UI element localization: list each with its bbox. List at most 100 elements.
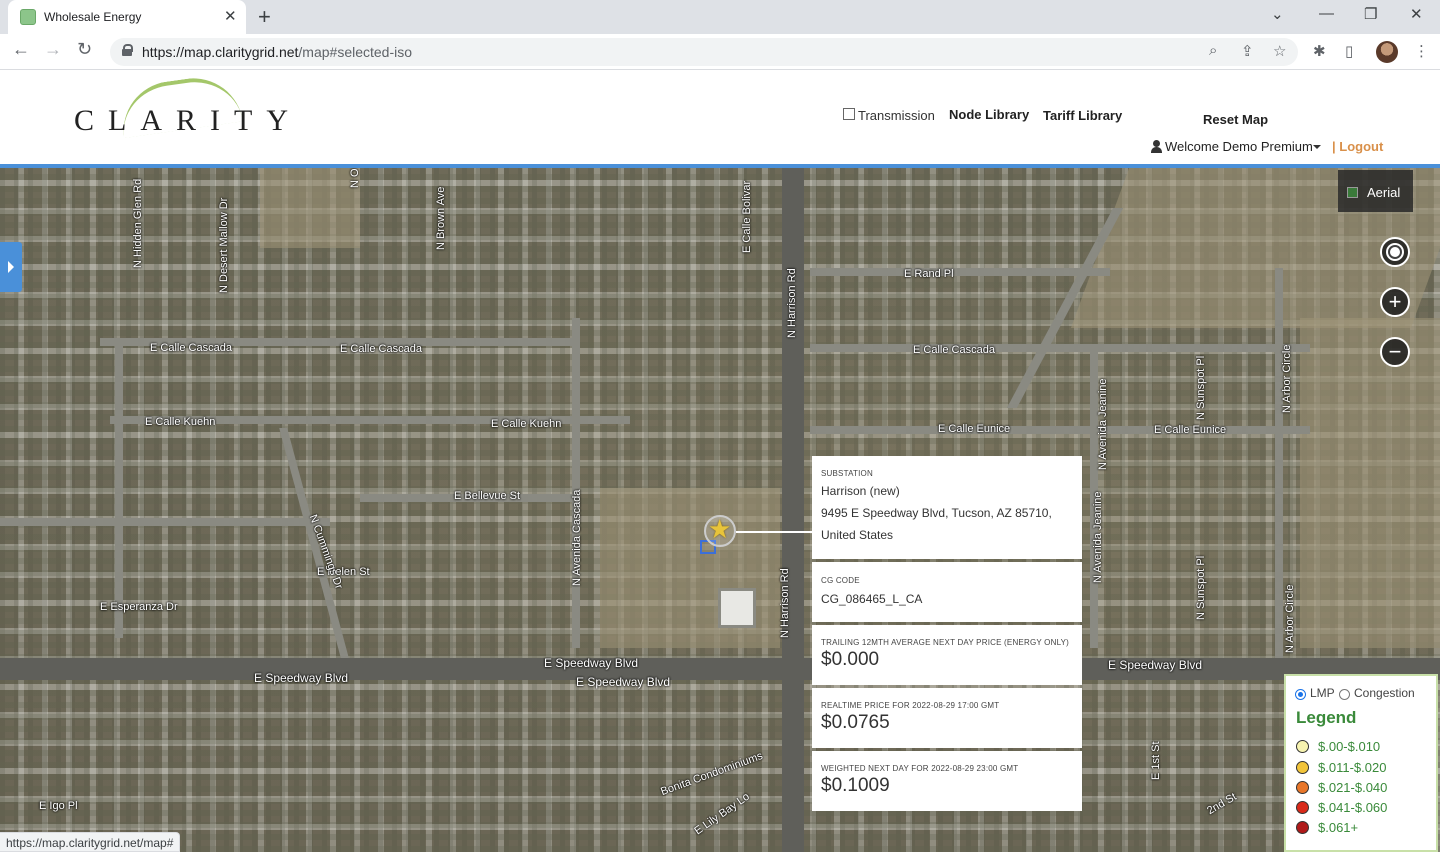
scale-meters: 100 m bbox=[1396, 840, 1419, 849]
minimize-icon[interactable]: — bbox=[1319, 5, 1334, 22]
legend-swatch-icon bbox=[1296, 740, 1309, 753]
reset-map-link[interactable]: Reset Map bbox=[1203, 112, 1268, 127]
minus-icon: − bbox=[1388, 339, 1402, 364]
road-label: E 1st St bbox=[1150, 741, 1162, 780]
tab-search-icon[interactable]: ⌄ bbox=[1271, 5, 1284, 23]
road-minor bbox=[572, 318, 580, 648]
road-label: E Speedway Blvd bbox=[576, 675, 671, 689]
road-label: E Esperanza Dr bbox=[100, 601, 178, 613]
road-label: E Speedway Blvd bbox=[254, 671, 349, 685]
cg-code-card: CG CODE CG_086465_L_CA bbox=[812, 562, 1082, 622]
logout-link[interactable]: | Logout bbox=[1332, 139, 1383, 154]
welcome-menu[interactable]: Welcome Demo Premium bbox=[1165, 139, 1313, 154]
desert-area bbox=[260, 168, 360, 248]
road-label: E Calle Eunice bbox=[938, 423, 1011, 435]
road-label: N Avenida Cascada bbox=[571, 489, 583, 586]
tariff-library-link[interactable]: Tariff Library bbox=[1043, 108, 1122, 123]
road-minor bbox=[0, 518, 330, 526]
profile-avatar[interactable] bbox=[1376, 41, 1398, 63]
substation-marker[interactable]: ★ bbox=[704, 514, 736, 547]
legend-swatch-icon bbox=[1296, 801, 1309, 814]
side-panel-icon[interactable]: ▯ bbox=[1345, 42, 1353, 60]
price-legend: LMP Congestion Legend $.00-$.010 $.011-$… bbox=[1284, 674, 1438, 852]
road-label: N Brown Ave bbox=[435, 186, 447, 250]
reload-icon[interactable]: ↻ bbox=[77, 39, 92, 60]
share-icon[interactable]: ⇪ bbox=[1241, 42, 1254, 60]
lmp-radio[interactable] bbox=[1295, 689, 1306, 700]
road-label: E Calle Kuehn bbox=[145, 416, 216, 428]
road-label: N Hidden Glen Rd bbox=[132, 178, 144, 268]
close-tab-icon[interactable]: ✕ bbox=[224, 7, 237, 25]
close-window-icon[interactable]: ✕ bbox=[1410, 5, 1423, 23]
substation-name: Harrison (new) bbox=[821, 484, 900, 498]
substation-address-line2: United States bbox=[821, 528, 894, 542]
trailing-price-value: $0.000 bbox=[821, 649, 880, 670]
road-minor bbox=[810, 268, 1110, 276]
locate-button[interactable] bbox=[1380, 237, 1410, 267]
road-e-speedway bbox=[0, 658, 1440, 680]
road-label: E Calle Bolivar bbox=[741, 180, 753, 253]
road-label: N Arbor Circle bbox=[1281, 344, 1293, 413]
app-header: CLARITY Transmission Node Library Tariff… bbox=[0, 70, 1440, 164]
cg-code-value: CG_086465_L_CA bbox=[821, 592, 923, 606]
transmission-checkbox[interactable] bbox=[843, 108, 855, 120]
legend-swatch-icon bbox=[1296, 821, 1309, 834]
back-icon[interactable]: ← bbox=[12, 39, 30, 60]
star-icon: ★ bbox=[708, 514, 732, 544]
road-label: N Arbor Circle bbox=[1284, 584, 1296, 653]
legend-swatch-icon bbox=[1296, 781, 1309, 794]
browser-tab[interactable]: Wholesale Energy ✕ bbox=[8, 0, 246, 34]
road-minor bbox=[810, 344, 1310, 352]
road-label: E Rand Pl bbox=[904, 268, 954, 280]
weighted-price-value: $0.1009 bbox=[821, 775, 890, 796]
zoom-in-button[interactable]: + bbox=[1380, 287, 1410, 317]
road-label: E Calle Cascada bbox=[913, 344, 995, 356]
map-canvas[interactable]: N Harrison Rd N Harrison Rd E Speedway B… bbox=[0, 168, 1440, 852]
target-icon bbox=[1390, 247, 1400, 257]
road-minor bbox=[810, 426, 1310, 434]
menu-kebab-icon[interactable]: ⋮ bbox=[1414, 42, 1429, 60]
aerial-swatch-icon bbox=[1347, 187, 1358, 198]
road-label: E Bellevue St bbox=[454, 490, 521, 502]
side-panel-toggle[interactable] bbox=[0, 242, 22, 292]
road-label: N Desert Mallow Dr bbox=[218, 197, 230, 293]
tab-title: Wholesale Energy bbox=[44, 10, 142, 24]
browser-tabbar: Wholesale Energy ✕ + ⌄ — ❐ ✕ bbox=[0, 0, 1440, 34]
trailing-price-label: TRAILING 12mth AVERAGE NEXT DAY PRICE (E… bbox=[821, 638, 1070, 647]
url-text: https://map.claritygrid.net/map#selected… bbox=[142, 44, 413, 60]
new-tab-icon[interactable]: + bbox=[258, 4, 271, 30]
road-label: E Calle Cascada bbox=[340, 343, 422, 355]
weighted-price-card: WEIGHTED NEXT DAY FOR 2022-08-29 23:00 G… bbox=[812, 751, 1082, 811]
substation-card: SUBSTATION Harrison (new) 9495 E Speedwa… bbox=[812, 456, 1082, 559]
congestion-radio[interactable] bbox=[1339, 689, 1350, 700]
clarity-logo[interactable]: CLARITY bbox=[74, 71, 344, 140]
road-label: E Speedway Blvd bbox=[544, 656, 639, 670]
aerial-layer-button[interactable]: Aerial bbox=[1338, 170, 1413, 212]
road-label: N O bbox=[349, 168, 361, 188]
restore-icon[interactable]: ❐ bbox=[1364, 5, 1377, 23]
lmp-radio-label: LMP bbox=[1310, 686, 1335, 700]
forward-icon[interactable]: → bbox=[44, 39, 62, 60]
chevron-right-icon bbox=[8, 261, 14, 273]
congestion-radio-label: Congestion bbox=[1354, 686, 1415, 700]
chevron-down-icon[interactable] bbox=[1313, 145, 1321, 149]
extensions-icon[interactable]: ✱ bbox=[1313, 42, 1326, 60]
road-label: N Harrison Rd bbox=[786, 268, 798, 338]
trailing-price-card: TRAILING 12mth AVERAGE NEXT DAY PRICE (E… bbox=[812, 625, 1082, 685]
zoom-out-button[interactable]: − bbox=[1380, 337, 1410, 367]
road-minor bbox=[1275, 268, 1283, 658]
road-label: N Harrison Rd bbox=[779, 568, 791, 638]
realtime-price-card: REALTIME PRICE FOR 2022-08-29 17:00 GMT … bbox=[812, 688, 1082, 748]
realtime-price-label: REALTIME PRICE FOR 2022-08-29 17:00 GMT bbox=[821, 701, 1000, 710]
road-label: N Sunspot Pl bbox=[1195, 355, 1207, 420]
zoom-icon[interactable]: ⌕ bbox=[1209, 42, 1217, 59]
plus-icon: + bbox=[1388, 289, 1402, 314]
scale-feet: 250 feet bbox=[1290, 840, 1319, 849]
bookmark-star-icon[interactable]: ☆ bbox=[1273, 42, 1286, 60]
road-label: E Calle Kuehn bbox=[491, 418, 562, 430]
lock-icon[interactable] bbox=[122, 44, 133, 56]
node-library-link[interactable]: Node Library bbox=[949, 107, 1029, 122]
marker-leader-line bbox=[736, 531, 812, 533]
user-icon bbox=[1151, 140, 1162, 153]
address-bar[interactable]: https://map.claritygrid.net/map#selected… bbox=[110, 38, 1298, 66]
